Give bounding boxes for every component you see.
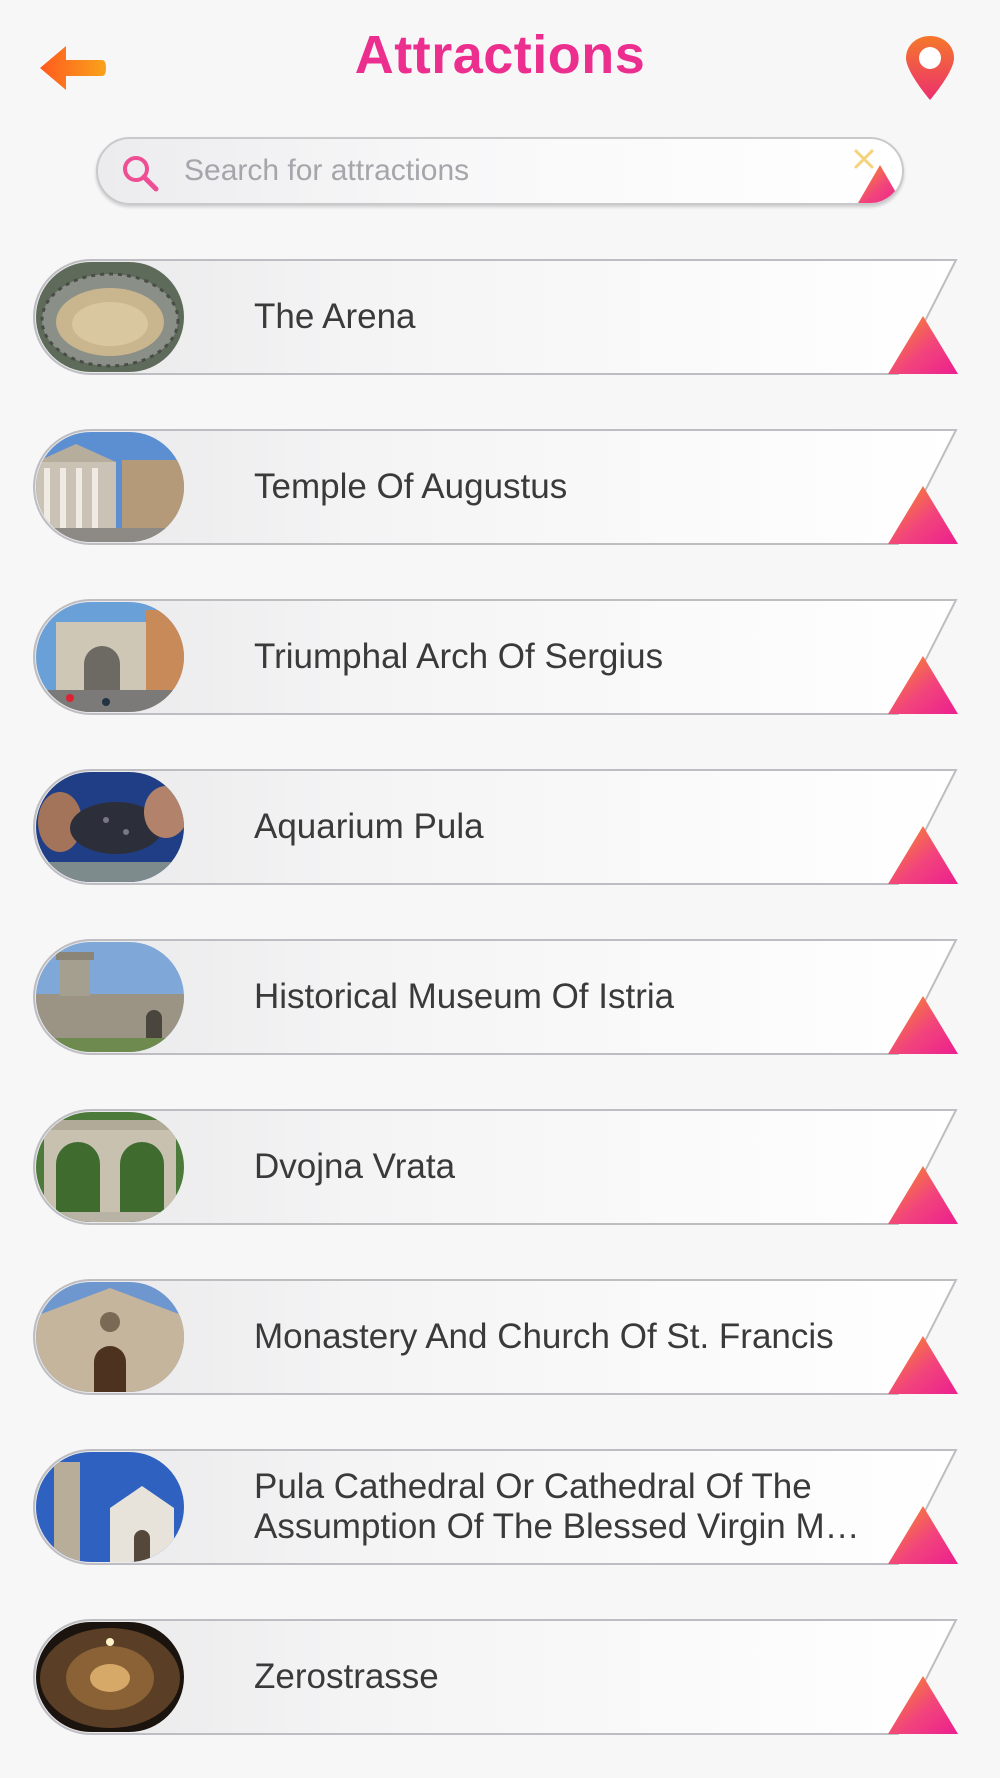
list-item[interactable]: Pula Cathedral Or Cathedral Of The Assum…	[32, 1448, 958, 1566]
list-item[interactable]: Temple Of Augustus	[32, 428, 958, 546]
attraction-thumbnail	[36, 942, 184, 1052]
list-item[interactable]: Zerostrasse	[32, 1618, 958, 1736]
list-item[interactable]: Aquarium Pula	[32, 768, 958, 886]
list-item[interactable]: Dvojna Vrata	[32, 1108, 958, 1226]
map-button[interactable]	[900, 34, 960, 102]
attraction-name: Aquarium Pula	[254, 807, 484, 846]
attraction-name: Monastery And Church Of St. Francis	[254, 1317, 834, 1356]
attraction-name: Zerostrasse	[254, 1657, 439, 1696]
attraction-thumbnail	[36, 1622, 184, 1732]
search-bar[interactable]	[96, 137, 904, 205]
list-item[interactable]: Triumphal Arch Of Sergius	[32, 598, 958, 716]
search-corner-decoration	[858, 165, 902, 203]
attraction-thumbnail	[36, 1452, 184, 1562]
search-icon	[123, 156, 159, 192]
attraction-name: Pula Cathedral Or Cathedral Of The Assum…	[254, 1467, 860, 1546]
attraction-thumbnail	[36, 1282, 184, 1392]
attraction-name: Dvojna Vrata	[254, 1147, 456, 1186]
search-input[interactable]	[184, 139, 784, 203]
header: Attractions	[0, 0, 1000, 130]
attraction-thumbnail	[36, 772, 184, 882]
page-title: Attractions	[354, 25, 646, 85]
attraction-thumbnail	[36, 262, 184, 372]
list-item[interactable]: Monastery And Church Of St. Francis	[32, 1278, 958, 1396]
attraction-name: Triumphal Arch Of Sergius	[254, 637, 664, 676]
attraction-name: Temple Of Augustus	[254, 467, 568, 506]
attraction-name: Historical Museum Of Istria	[254, 977, 675, 1016]
list-item[interactable]: The Arena	[32, 258, 958, 376]
attraction-name: The Arena	[254, 297, 416, 336]
list-item[interactable]: Historical Museum Of Istria	[32, 938, 958, 1056]
attraction-thumbnail	[36, 602, 184, 712]
attraction-thumbnail	[36, 432, 184, 542]
attraction-thumbnail	[36, 1112, 184, 1222]
map-pin-icon	[906, 36, 954, 100]
